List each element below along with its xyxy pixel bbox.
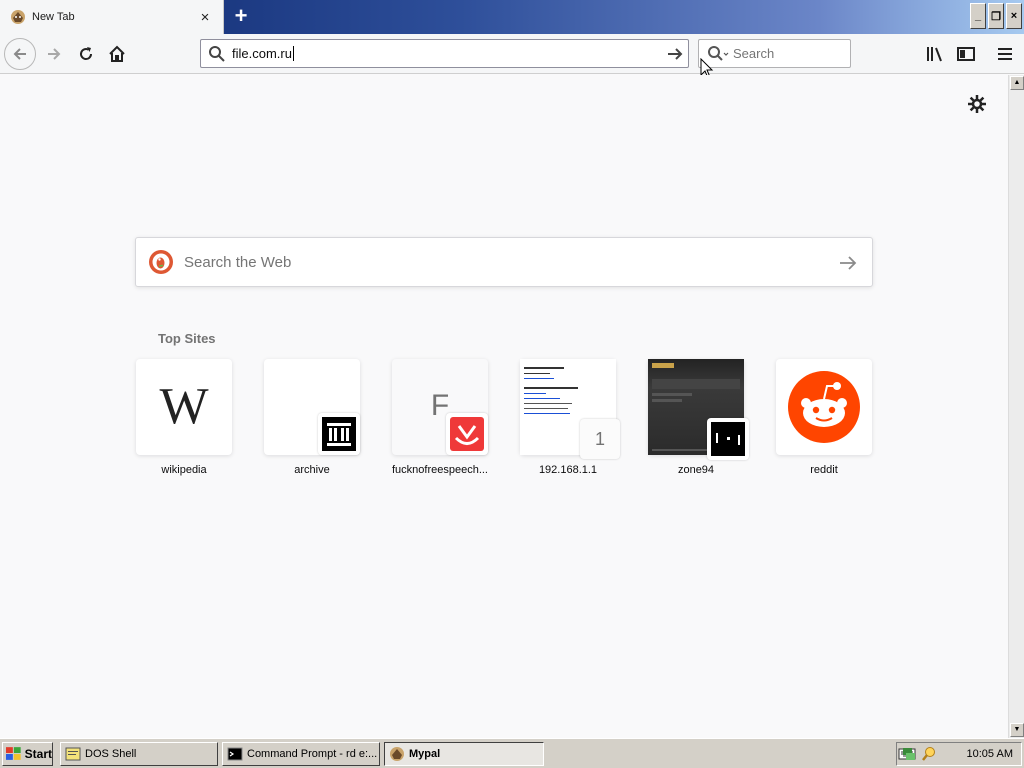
site-label: archive <box>294 464 330 476</box>
go-arrow-icon[interactable] <box>666 45 684 63</box>
text-caret <box>292 46 294 61</box>
web-search-box[interactable] <box>135 237 873 287</box>
task-command-prompt[interactable]: Command Prompt - rd e:... <box>222 742 380 766</box>
web-search-input[interactable] <box>184 253 784 271</box>
site-tile[interactable] <box>776 359 872 455</box>
clock[interactable]: 10:05 AM <box>967 748 1013 760</box>
site-tile[interactable] <box>648 359 749 460</box>
new-tab-page: Top Sites W wikipedia <box>0 75 1008 738</box>
tab-new-tab[interactable]: New Tab × <box>0 0 224 34</box>
url-bar[interactable]: file.com.ru <box>200 39 689 68</box>
close-window-button[interactable]: × <box>1006 3 1022 29</box>
wikipedia-logo-icon: W <box>159 378 209 435</box>
task-mypal[interactable]: Mypal <box>384 742 544 766</box>
top-sites-grid: W wikipedia archive F fucknofreespeech..… <box>136 359 876 479</box>
site-badge: 1 <box>580 419 620 459</box>
settings-gear-icon[interactable] <box>968 95 986 113</box>
top-site-router[interactable]: 1 192.168.1.1 <box>520 359 620 476</box>
pong-logo-icon <box>707 418 749 460</box>
home-icon <box>109 45 125 62</box>
new-tab-button[interactable]: + <box>230 5 252 27</box>
url-text: file.com.ru <box>232 46 292 61</box>
mypal-icon <box>390 747 404 761</box>
nav-toolbar: file.com.ru <box>0 34 1024 74</box>
top-site-wikipedia[interactable]: W wikipedia <box>136 359 232 476</box>
back-button[interactable] <box>4 38 36 70</box>
hamburger-menu-icon <box>998 48 1012 60</box>
task-label: DOS Shell <box>85 748 137 760</box>
top-site-fucknofreespeech[interactable]: F fucknofreespeech... <box>392 359 488 476</box>
task-label: Mypal <box>409 748 441 760</box>
tab-close-icon[interactable]: × <box>197 9 213 25</box>
duckduckgo-icon <box>149 250 173 274</box>
search-submit-arrow-icon[interactable] <box>838 253 858 273</box>
site-tile[interactable] <box>264 359 360 455</box>
reload-icon <box>80 47 93 60</box>
tab-title: New Tab <box>32 11 75 23</box>
site-label: reddit <box>810 464 838 476</box>
menu-button[interactable] <box>994 43 1016 65</box>
sidebar-icon <box>957 47 975 61</box>
forward-arrow-icon <box>48 48 61 60</box>
scroll-up-arrow-icon[interactable]: ▲ <box>1010 76 1024 90</box>
site-label: wikipedia <box>161 464 207 476</box>
site-tile[interactable]: W <box>136 359 232 455</box>
search-tray-icon[interactable] <box>921 746 937 762</box>
library-icon <box>927 47 942 62</box>
site-label: zone94 <box>677 464 715 476</box>
task-label: Command Prompt - rd e:... <box>247 748 378 760</box>
top-site-reddit[interactable]: reddit <box>776 359 872 476</box>
top-sites-heading: Top Sites <box>158 331 216 346</box>
taskbar: Start DOS Shell Command Prompt - rd e:..… <box>0 738 1024 768</box>
site-tile[interactable]: F <box>392 359 488 455</box>
sidebar-button[interactable] <box>955 43 977 65</box>
title-bar: New Tab × + _ ❐ × <box>0 0 1024 34</box>
minimize-button[interactable]: _ <box>970 3 986 29</box>
search-input[interactable] <box>733 46 843 61</box>
restore-button[interactable]: ❐ <box>988 3 1004 29</box>
task-dos-shell[interactable]: DOS Shell <box>60 742 218 766</box>
archive-logo-icon <box>318 413 360 455</box>
vertical-scrollbar[interactable]: ▲ ▼ <box>1008 75 1024 738</box>
windows-logo-icon <box>6 747 21 760</box>
site-tile[interactable]: 1 <box>520 359 620 459</box>
scroll-down-arrow-icon[interactable]: ▼ <box>1010 723 1024 737</box>
home-button[interactable] <box>101 38 133 70</box>
library-button[interactable] <box>924 43 946 65</box>
top-site-archive[interactable]: archive <box>264 359 360 476</box>
search-bar[interactable] <box>698 39 851 68</box>
back-arrow-icon <box>13 48 26 60</box>
site-label: fucknofreespeech... <box>391 464 488 476</box>
system-tray: 10:05 AM <box>896 742 1022 766</box>
cmd-icon <box>227 747 243 761</box>
vivaldi-logo-icon <box>446 413 488 455</box>
reddit-logo-icon <box>788 371 860 443</box>
reload-button[interactable] <box>70 38 102 70</box>
mypal-favicon-icon <box>11 10 25 24</box>
start-button[interactable]: Start <box>2 742 53 766</box>
dos-shell-icon <box>65 747 81 761</box>
site-label: 192.168.1.1 <box>538 464 598 476</box>
top-site-zone94[interactable]: zone94 <box>648 359 749 476</box>
network-icon[interactable] <box>901 746 917 762</box>
start-label: Start <box>24 747 52 761</box>
window-controls: _ ❐ × <box>970 3 1022 29</box>
forward-button[interactable] <box>38 38 70 70</box>
search-icon <box>209 45 225 62</box>
